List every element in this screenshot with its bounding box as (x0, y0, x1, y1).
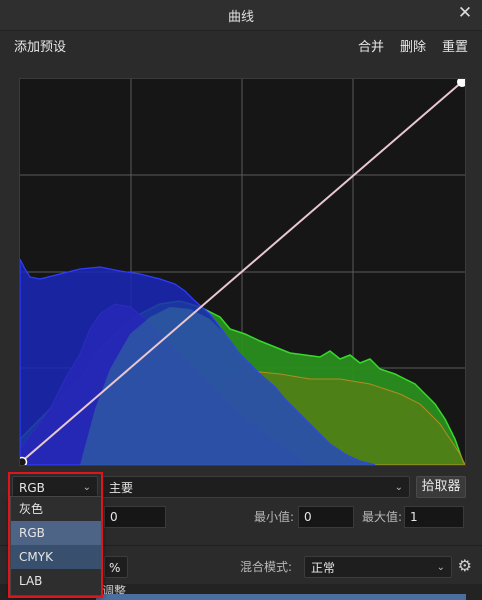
picker-button[interactable]: 拾取器 (416, 476, 466, 498)
left-value-field[interactable]: 0 (104, 506, 166, 528)
close-icon[interactable]: ✕ (456, 4, 474, 22)
add-preset-button[interactable]: 添加预设 (14, 36, 66, 55)
merge-button[interactable]: 合并 (358, 36, 384, 55)
curve-point-end (457, 79, 465, 87)
curve-graph[interactable] (19, 78, 466, 466)
color-space-value: RGB (19, 481, 45, 495)
opacity-suffix: % (109, 561, 121, 575)
histogram-svg (20, 79, 465, 465)
channel-select[interactable]: 主要 ⌄ (102, 476, 410, 498)
title-bar: 曲线 ✕ (0, 0, 482, 31)
gear-icon[interactable]: ⚙ (458, 556, 472, 575)
dropdown-option-cmyk[interactable]: CMYK (11, 545, 101, 569)
curve-point-start (20, 456, 28, 465)
channel-value: 主要 (109, 481, 134, 495)
max-value-field[interactable]: 1 (404, 506, 464, 528)
color-space-select[interactable]: RGB ⌄ (12, 476, 98, 498)
opacity-select[interactable]: % (104, 556, 128, 578)
max-label: 最大值: (362, 510, 403, 524)
dropdown-option-lab[interactable]: LAB (11, 569, 101, 593)
bottom-bar (96, 594, 466, 600)
min-label: 最小值: (254, 510, 295, 524)
chevron-down-icon: ⌄ (436, 562, 445, 573)
reset-button[interactable]: 重置 (442, 36, 468, 55)
preset-toolbar: 添加预设 合并 删除 重置 (0, 30, 482, 62)
chevron-down-icon: ⌄ (394, 482, 403, 493)
dropdown-option-gray[interactable]: 灰色 (11, 497, 101, 521)
blend-mode-label: 混合模式: (240, 560, 293, 574)
blend-mode-value: 正常 (311, 561, 336, 575)
window-title: 曲线 (227, 10, 254, 25)
delete-button[interactable]: 删除 (400, 36, 426, 55)
blend-mode-select[interactable]: 正常 ⌄ (304, 556, 452, 578)
min-value-field[interactable]: 0 (298, 506, 354, 528)
color-space-dropdown: 灰色 RGB CMYK LAB (10, 496, 102, 596)
dropdown-option-rgb[interactable]: RGB (11, 521, 101, 545)
